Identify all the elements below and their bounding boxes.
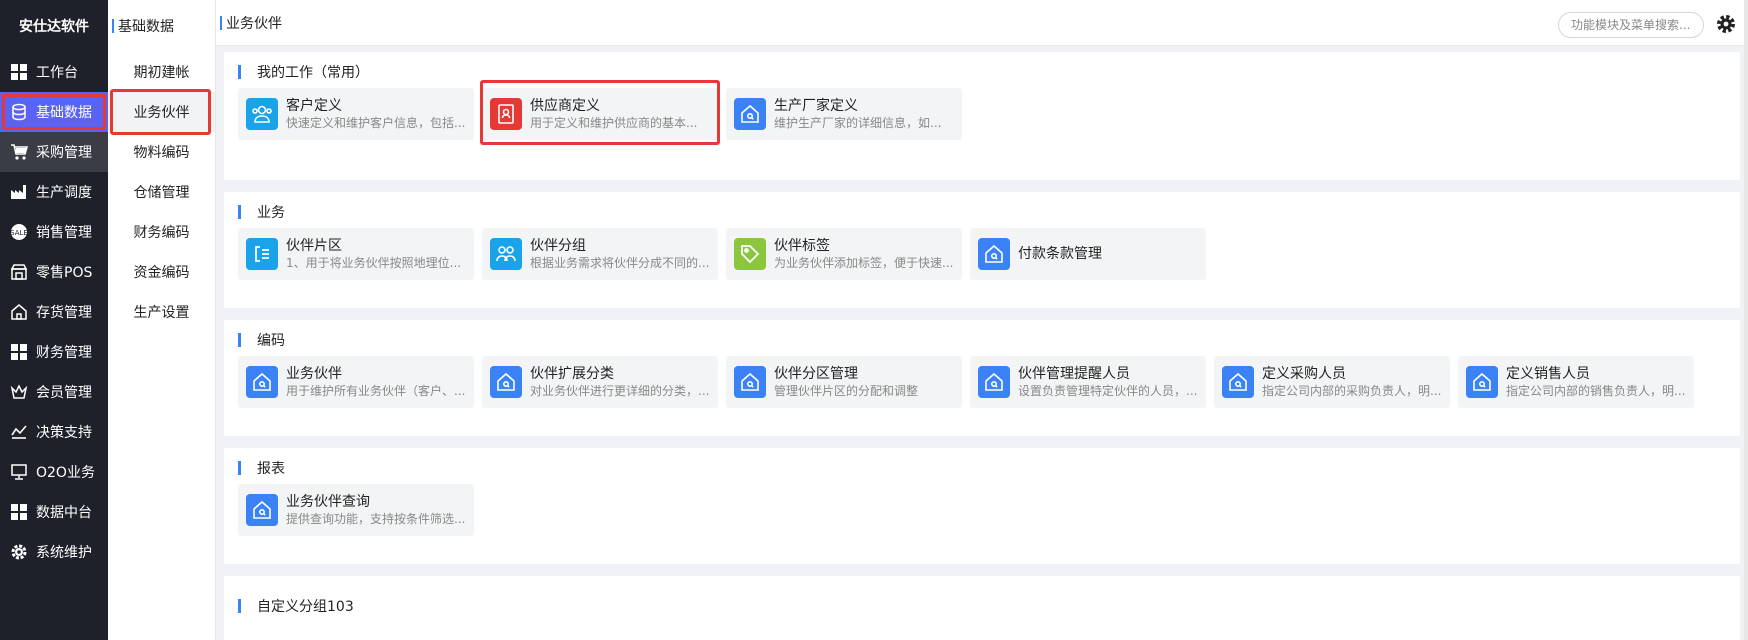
crown-icon [10, 383, 28, 401]
home-doc-icon [246, 494, 278, 526]
card-supplier-definition[interactable]: 供应商定义 用于定义和维护供应商的基本... [480, 80, 720, 145]
section-business: 业务 伙伴片区 1、用于将业务伙伴按照地理位... 伙伴分组 根据业务需求将伙伴… [224, 192, 1740, 308]
submenu-item-partner[interactable]: 业务伙伴 [108, 89, 215, 135]
sidebar-item-label: 基础数据 [36, 105, 92, 121]
submenu-panel: 基础数据 期初建帐 业务伙伴 物料编码 仓储管理 财务编码 资金编码 生产设置 [108, 0, 216, 640]
sidebar-item-pos[interactable]: 零售POS [0, 252, 108, 292]
home-doc-icon [1222, 366, 1254, 398]
card-define-salesperson[interactable]: 定义销售人员 指定公司内部的销售负责人，明... [1458, 356, 1694, 408]
section-coding: 编码 业务伙伴 用于维护所有业务伙伴（客户、... 伙伴扩展分类 对业务伙伴进行… [224, 320, 1740, 436]
card-business-partner[interactable]: 业务伙伴 用于维护所有业务伙伴（客户、... [238, 356, 474, 408]
sidebar-item-label: 生产调度 [36, 185, 92, 201]
database-icon [10, 103, 28, 121]
card-define-purchaser[interactable]: 定义采购人员 指定公司内部的采购负责人，明... [1214, 356, 1450, 408]
grid-icon [10, 503, 28, 521]
card-customer-definition[interactable]: 客户定义 快速定义和维护客户信息，包括... [238, 88, 474, 140]
house-icon [10, 303, 28, 321]
home-doc-icon [1466, 366, 1498, 398]
section-title: 编码 [238, 332, 1724, 349]
submenu-title: 基础数据 [108, 0, 215, 52]
region-icon [246, 238, 278, 270]
sidebar-item-system[interactable]: 系统维护 [0, 532, 108, 572]
sidebar-item-label: O2O业务 [36, 465, 95, 481]
section-title: 我的工作（常用） [238, 64, 1724, 81]
sidebar-item-label: 销售管理 [36, 225, 92, 241]
submenu-item-material[interactable]: 物料编码 [108, 132, 215, 172]
home-doc-icon [978, 238, 1010, 270]
sale-icon: SALE [10, 223, 28, 241]
search-input[interactable] [1558, 12, 1704, 38]
card-partner-query[interactable]: 业务伙伴查询 提供查询功能，支持按条件筛选... [238, 484, 474, 536]
sidebar-item-label: 会员管理 [36, 385, 92, 401]
submenu-item-fund-code[interactable]: 资金编码 [108, 252, 215, 292]
settings-gear-icon[interactable] [1716, 14, 1736, 34]
sidebar-item-o2o[interactable]: O2O业务 [0, 452, 108, 492]
svg-text:SALE: SALE [10, 229, 28, 237]
customer-icon [246, 98, 278, 130]
sidebar-item-finance[interactable]: 财务管理 [0, 332, 108, 372]
sidebar-item-label: 财务管理 [36, 345, 92, 361]
section-custom-group: 自定义分组103 [224, 576, 1740, 640]
sidebar-item-production[interactable]: 生产调度 [0, 172, 108, 212]
sidebar-item-member[interactable]: 会员管理 [0, 372, 108, 412]
card-partner-group[interactable]: 伙伴分组 根据业务需求将伙伴分成不同的... [482, 228, 718, 280]
right-edge-divider [1744, 0, 1748, 640]
card-partner-extended-category[interactable]: 伙伴扩展分类 对业务伙伴进行更详细的分类，... [482, 356, 718, 408]
sidebar-item-label: 零售POS [36, 265, 93, 281]
home-doc-icon [246, 366, 278, 398]
main-sidebar: 安仕达软件 工作台 基础数据 采购管理 生产调度 SALE 销售管理 零售POS… [0, 0, 108, 640]
sidebar-item-label: 系统维护 [36, 545, 92, 561]
sidebar-item-label: 采购管理 [36, 145, 92, 161]
submenu-item-production-setup[interactable]: 生产设置 [108, 292, 215, 332]
card-manufacturer-definition[interactable]: 生产厂家定义 维护生产厂家的详细信息，如... [726, 88, 962, 140]
home-doc-icon [734, 98, 766, 130]
main-content: 我的工作（常用） 客户定义 快速定义和维护客户信息，包括... 供应商定义 用于… [216, 46, 1744, 640]
sidebar-item-label: 存货管理 [36, 305, 92, 321]
section-title: 业务 [238, 204, 1724, 221]
sidebar-item-decision[interactable]: 决策支持 [0, 412, 108, 452]
pos-icon [10, 263, 28, 281]
submenu-item-opening[interactable]: 期初建帐 [108, 52, 215, 92]
gear-icon [10, 543, 28, 561]
home-doc-icon [734, 366, 766, 398]
monitor-icon [10, 463, 28, 481]
factory-icon [10, 183, 28, 201]
card-partner-tag[interactable]: 伙伴标签 为业务伙伴添加标签，便于快速... [726, 228, 962, 280]
breadcrumb: 业务伙伴 [216, 13, 282, 33]
sidebar-item-purchase[interactable]: 采购管理 [0, 132, 108, 172]
brand-logo: 安仕达软件 [0, 0, 108, 52]
page-title: 业务伙伴 [226, 15, 282, 32]
sidebar-item-basic-data[interactable]: 基础数据 [0, 92, 108, 132]
supplier-icon [490, 98, 522, 130]
top-bar: 业务伙伴 [216, 0, 1748, 46]
sidebar-item-sales[interactable]: SALE 销售管理 [0, 212, 108, 252]
home-doc-icon [490, 366, 522, 398]
chart-icon [10, 423, 28, 441]
group-icon [490, 238, 522, 270]
sidebar-item-label: 决策支持 [36, 425, 92, 441]
tag-icon [734, 238, 766, 270]
submenu-item-warehouse[interactable]: 仓储管理 [108, 172, 215, 212]
submenu-item-finance-code[interactable]: 财务编码 [108, 212, 215, 252]
card-payment-terms[interactable]: 付款条款管理 [970, 228, 1206, 280]
sidebar-item-workbench[interactable]: 工作台 [0, 52, 108, 92]
home-doc-icon [978, 366, 1010, 398]
section-report: 报表 业务伙伴查询 提供查询功能，支持按条件筛选... [224, 448, 1740, 564]
cart-icon [10, 143, 28, 161]
grid-icon [10, 63, 28, 81]
sidebar-item-inventory[interactable]: 存货管理 [0, 292, 108, 332]
sidebar-item-data-center[interactable]: 数据中台 [0, 492, 108, 532]
card-partner-reminder-staff[interactable]: 伙伴管理提醒人员 设置负责管理特定伙伴的人员，... [970, 356, 1206, 408]
card-partner-zone-management[interactable]: 伙伴分区管理 管理伙伴片区的分配和调整 [726, 356, 962, 408]
sidebar-item-label: 工作台 [36, 65, 78, 81]
grid-icon [10, 343, 28, 361]
sidebar-item-label: 数据中台 [36, 505, 92, 521]
section-my-work: 我的工作（常用） 客户定义 快速定义和维护客户信息，包括... 供应商定义 用于… [224, 52, 1740, 180]
section-title: 报表 [238, 460, 1724, 477]
section-title: 自定义分组103 [238, 598, 1724, 615]
card-partner-region[interactable]: 伙伴片区 1、用于将业务伙伴按照地理位... [238, 228, 474, 280]
